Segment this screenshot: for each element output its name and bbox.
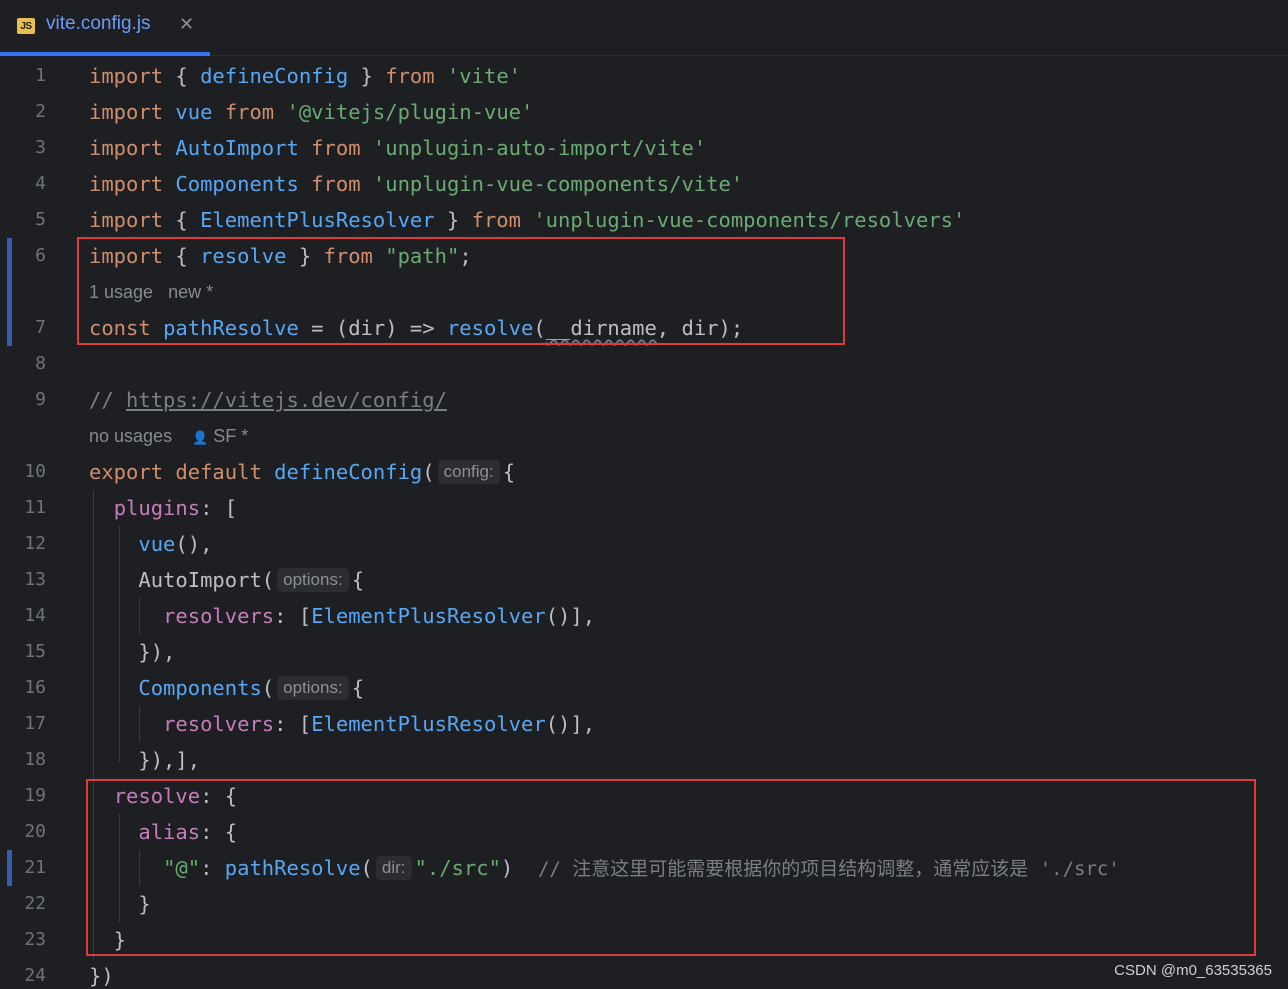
parameter-hint: options: xyxy=(277,676,349,700)
line-number: 7 xyxy=(35,317,46,338)
config-link[interactable]: https://vitejs.dev/config/ xyxy=(126,388,447,412)
code-editor[interactable]: 1 import { defineConfig } from 'vite' 2 … xyxy=(0,56,1288,989)
code-line: 12 vue(), xyxy=(0,526,1288,562)
code-text: resolvers: [ElementPlusResolver()], xyxy=(163,604,596,628)
line-number: 14 xyxy=(24,605,46,626)
line-number: 3 xyxy=(35,137,46,158)
code-text: }), xyxy=(89,640,176,664)
line-number: 9 xyxy=(35,389,46,410)
line-number: 5 xyxy=(35,209,46,230)
code-line: 9 // https://vitejs.dev/config/ xyxy=(0,382,1288,418)
code-line: 4 import Components from 'unplugin-vue-c… xyxy=(0,166,1288,202)
code-line: 8 xyxy=(0,346,1288,382)
tab-label: vite.config.js xyxy=(46,13,151,34)
code-line: 10 export default defineConfig(config:{ xyxy=(0,454,1288,490)
line-number: 4 xyxy=(35,173,46,194)
code-comment: // https://vitejs.dev/config/ xyxy=(89,388,447,412)
tab-vite-config[interactable]: JS vite.config.js ✕ xyxy=(0,0,210,56)
line-number: 24 xyxy=(24,965,46,986)
line-number: 10 xyxy=(24,461,46,482)
code-line: 15 }), xyxy=(0,634,1288,670)
line-number: 11 xyxy=(24,497,46,518)
code-text: plugins: [ xyxy=(113,496,238,520)
line-number: 19 xyxy=(24,785,46,806)
code-text: export default defineConfig(config:{ xyxy=(89,460,516,484)
line-number: 13 xyxy=(24,569,46,590)
usage-hint[interactable]: no usages 👤 SF * xyxy=(89,424,248,450)
line-number: 20 xyxy=(24,821,46,842)
code-text: }),], xyxy=(89,748,201,772)
line-number: 23 xyxy=(24,929,46,950)
javascript-file-icon: JS xyxy=(17,18,35,34)
code-line: 18 }),], xyxy=(0,742,1288,778)
line-number: 21 xyxy=(24,857,46,878)
line-number: 18 xyxy=(24,749,46,770)
line-number: 16 xyxy=(24,677,46,698)
code-line: 14 resolvers: [ElementPlusResolver()], xyxy=(0,598,1288,634)
line-number: 1 xyxy=(35,65,46,86)
code-line: 17 resolvers: [ElementPlusResolver()], xyxy=(0,706,1288,742)
code-line: 11 plugins: [ xyxy=(0,490,1288,526)
line-number: 17 xyxy=(24,713,46,734)
code-line: 5 import { ElementPlusResolver } from 'u… xyxy=(0,202,1288,238)
inlay-hint-line: no usages 👤 SF * xyxy=(0,418,1288,454)
watermark: CSDN @m0_63535365 xyxy=(1114,962,1272,979)
code-line: 2 import vue from '@vitejs/plugin-vue' xyxy=(0,94,1288,130)
line-number: 22 xyxy=(24,893,46,914)
code-text: Components(options:{ xyxy=(138,676,365,700)
code-line: 3 import AutoImport from 'unplugin-auto-… xyxy=(0,130,1288,166)
parameter-hint: config: xyxy=(437,460,500,484)
code-text: vue(), xyxy=(138,532,213,556)
line-number: 12 xyxy=(24,533,46,554)
line-number: 6 xyxy=(35,245,46,266)
code-text: }) xyxy=(89,964,114,988)
close-icon[interactable]: ✕ xyxy=(179,14,194,35)
line-number: 2 xyxy=(35,101,46,122)
code-text: resolvers: [ElementPlusResolver()], xyxy=(163,712,596,736)
code-text: import vue from '@vitejs/plugin-vue' xyxy=(89,100,534,124)
parameter-hint: options: xyxy=(277,568,349,592)
highlight-box-path-resolve xyxy=(77,237,845,345)
code-text: import AutoImport from 'unplugin-auto-im… xyxy=(89,136,707,160)
code-line: 16 Components(options:{ xyxy=(0,670,1288,706)
line-number: 15 xyxy=(24,641,46,662)
change-marker xyxy=(7,274,12,310)
highlight-box-resolve-alias xyxy=(86,779,1256,956)
code-text: import { ElementPlusResolver } from 'unp… xyxy=(89,208,966,232)
code-text: import Components from 'unplugin-vue-com… xyxy=(89,172,744,196)
code-line: 24 }) xyxy=(0,958,1288,989)
editor-tab-bar: JS vite.config.js ✕ xyxy=(0,0,1288,56)
code-text: import { defineConfig } from 'vite' xyxy=(89,64,522,88)
code-text: AutoImport(options:{ xyxy=(138,568,365,592)
code-line: 13 AutoImport(options:{ xyxy=(0,562,1288,598)
user-icon: 👤 xyxy=(192,430,209,445)
line-number: 8 xyxy=(35,353,46,374)
code-line: 1 import { defineConfig } from 'vite' xyxy=(0,58,1288,94)
